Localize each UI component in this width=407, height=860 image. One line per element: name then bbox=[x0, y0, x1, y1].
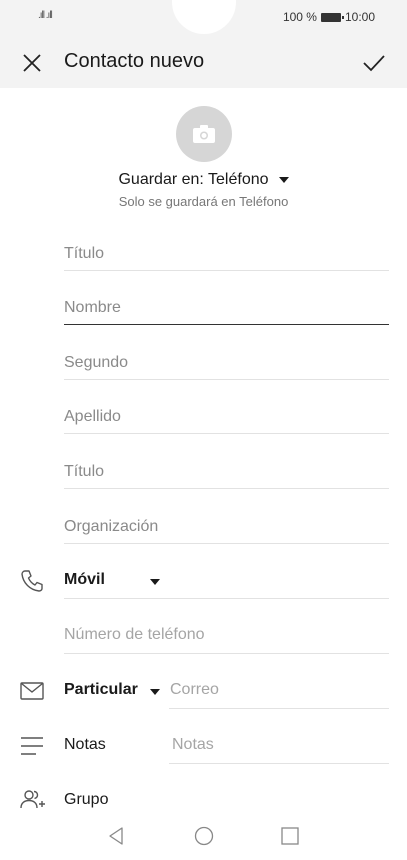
phone-type-selector[interactable]: Móvil bbox=[64, 571, 105, 589]
email-input[interactable]: Correo bbox=[170, 681, 219, 699]
last-name-field[interactable]: Apellido bbox=[64, 404, 389, 434]
divider bbox=[169, 708, 389, 709]
storage-label: Guardar en: Teléfono bbox=[118, 171, 269, 188]
close-icon[interactable] bbox=[20, 51, 44, 75]
mail-icon bbox=[19, 678, 45, 704]
storage-note: Solo se guardará en Teléfono bbox=[118, 194, 289, 209]
phone-number-input[interactable]: Número de teléfono bbox=[64, 626, 205, 644]
middle-name-field[interactable]: Segundo bbox=[64, 350, 389, 380]
organization-field[interactable]: Organización bbox=[64, 514, 389, 544]
chevron-down-icon[interactable] bbox=[150, 579, 160, 585]
notes-input[interactable]: Notas bbox=[172, 736, 214, 754]
recents-icon[interactable] bbox=[278, 824, 302, 848]
phone-icon bbox=[19, 568, 45, 594]
signal-icon: .ıll .ıll bbox=[38, 10, 53, 21]
camera-notch bbox=[172, 0, 236, 34]
chevron-down-icon bbox=[278, 176, 289, 183]
check-icon[interactable] bbox=[361, 50, 387, 76]
clock: 10:00 bbox=[344, 10, 375, 24]
page-title: Contacto nuevo bbox=[64, 50, 205, 72]
job-title-field[interactable]: Título bbox=[64, 459, 389, 489]
status-right: 100 % 10:00 bbox=[283, 10, 375, 24]
status-bar: .ıll .ıll 100 % 10:00 bbox=[0, 0, 407, 36]
group-field[interactable]: Grupo bbox=[64, 791, 108, 809]
notes-icon bbox=[19, 733, 45, 759]
email-type-selector[interactable]: Particular bbox=[64, 681, 138, 699]
chevron-down-icon[interactable] bbox=[150, 689, 160, 695]
notes-label: Notas bbox=[64, 736, 106, 753]
back-icon[interactable] bbox=[104, 824, 128, 848]
battery-percent: 100 % bbox=[282, 10, 317, 24]
battery-icon bbox=[320, 12, 344, 22]
camera-icon bbox=[193, 125, 215, 143]
divider bbox=[64, 653, 389, 654]
prefix-field[interactable]: Título bbox=[64, 241, 389, 271]
navigation-bar bbox=[0, 814, 407, 860]
divider bbox=[64, 598, 389, 599]
group-icon bbox=[19, 787, 45, 813]
first-name-field[interactable]: Nombre bbox=[64, 295, 389, 325]
storage-selector[interactable]: Guardar en: Teléfono bbox=[0, 171, 407, 189]
divider bbox=[169, 763, 389, 764]
app-header: Contacto nuevo bbox=[0, 36, 407, 88]
home-icon[interactable] bbox=[192, 824, 216, 848]
add-photo-button[interactable] bbox=[176, 106, 232, 162]
